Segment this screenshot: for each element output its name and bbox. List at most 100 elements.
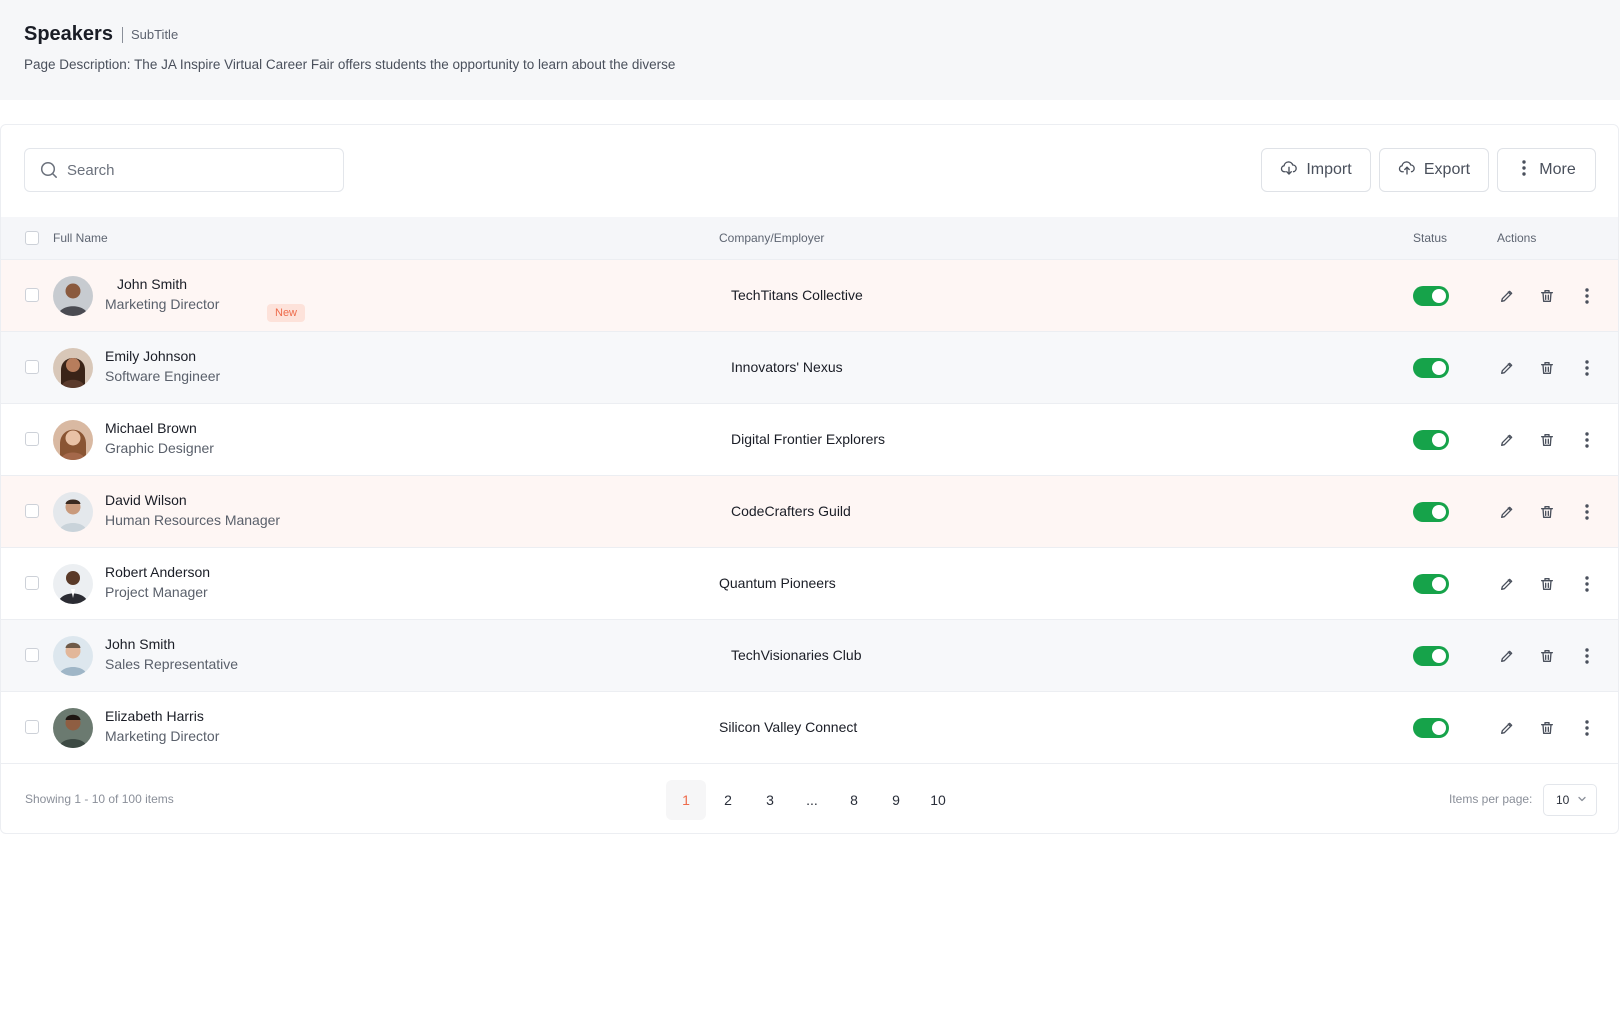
pencil-icon[interactable] (1497, 718, 1517, 738)
speakers-table-card: Import Export More Full Name Company/Emp… (0, 124, 1619, 834)
row-checkbox[interactable] (25, 648, 39, 662)
avatar (53, 636, 93, 676)
column-header-company[interactable]: Company/Employer (719, 231, 824, 245)
row-more-icon[interactable] (1577, 502, 1597, 522)
avatar (53, 492, 93, 532)
trash-icon[interactable] (1537, 286, 1557, 306)
chevron-down-icon (1577, 793, 1587, 807)
company-name: Innovators' Nexus (731, 359, 843, 375)
vertical-dots-icon (1517, 159, 1531, 182)
status-toggle[interactable] (1413, 358, 1449, 378)
row-checkbox[interactable] (25, 432, 39, 446)
avatar (53, 348, 93, 388)
export-label: Export (1423, 161, 1471, 178)
column-header-status[interactable]: Status (1413, 231, 1447, 245)
speaker-role: Marketing Director (105, 728, 220, 744)
status-toggle[interactable] (1413, 646, 1449, 666)
items-per-page-select[interactable]: 10 (1543, 784, 1597, 816)
row-checkbox[interactable] (25, 288, 39, 302)
new-badge: New (267, 304, 306, 322)
page-header: Speakers SubTitle Page Description: The … (0, 0, 1620, 100)
page-ellipsis: ... (806, 792, 818, 808)
avatar (53, 708, 93, 748)
page-button-3[interactable]: 3 (750, 780, 790, 820)
trash-icon[interactable] (1537, 574, 1557, 594)
row-more-icon[interactable] (1577, 646, 1597, 666)
speaker-role: Marketing Director (105, 296, 220, 312)
title-separator (121, 26, 123, 43)
cloud-upload-icon (1398, 159, 1416, 182)
speaker-role: Graphic Designer (105, 440, 214, 456)
row-more-icon[interactable] (1577, 430, 1597, 450)
pencil-icon[interactable] (1497, 502, 1517, 522)
row-more-icon[interactable] (1577, 574, 1597, 594)
export-button[interactable]: Export (1379, 148, 1489, 192)
row-checkbox[interactable] (25, 504, 39, 518)
speaker-name[interactable]: Michael Brown (105, 420, 197, 436)
page-button-10[interactable]: 10 (918, 780, 958, 820)
speaker-name[interactable]: John Smith (105, 636, 175, 652)
row-more-icon[interactable] (1577, 358, 1597, 378)
table-header: Full Name Company/Employer Status Action… (1, 217, 1618, 259)
speaker-name[interactable]: David Wilson (105, 492, 187, 508)
status-toggle[interactable] (1413, 286, 1449, 306)
speaker-role: Human Resources Manager (105, 512, 281, 528)
page-description: Page Description: The JA Inspire Virtual… (24, 57, 676, 72)
more-button[interactable]: More (1497, 148, 1596, 192)
pencil-icon[interactable] (1497, 574, 1517, 594)
status-toggle[interactable] (1413, 502, 1449, 522)
pencil-icon[interactable] (1497, 286, 1517, 306)
table-row[interactable]: Elizabeth Harris Marketing Director Sili… (1, 691, 1618, 763)
speaker-name[interactable]: John Smith (117, 276, 187, 292)
select-all-checkbox[interactable] (25, 231, 39, 245)
table-row[interactable]: Robert Anderson Project Manager Quantum … (1, 547, 1618, 619)
import-button[interactable]: Import (1261, 148, 1371, 192)
table-row[interactable]: David Wilson Human Resources Manager Cod… (1, 475, 1618, 547)
table-footer: Showing 1 - 10 of 100 items 1 2 3 ... 8 … (1, 763, 1618, 835)
column-header-actions: Actions (1497, 231, 1537, 245)
row-checkbox[interactable] (25, 360, 39, 374)
search-input[interactable] (65, 160, 319, 180)
avatar (53, 276, 93, 316)
toggle-knob (1432, 289, 1446, 303)
trash-icon[interactable] (1537, 718, 1557, 738)
page-button-9[interactable]: 9 (876, 780, 916, 820)
page-button-2[interactable]: 2 (708, 780, 748, 820)
page-title: Speakers (24, 23, 113, 45)
row-more-icon[interactable] (1577, 718, 1597, 738)
avatar (53, 420, 93, 460)
status-toggle[interactable] (1413, 574, 1449, 594)
table-row[interactable]: Emily Johnson Software Engineer Innovato… (1, 331, 1618, 403)
search-box[interactable] (24, 148, 344, 192)
speaker-name[interactable]: Elizabeth Harris (105, 708, 204, 724)
page-button-1[interactable]: 1 (666, 780, 706, 820)
toggle-knob (1432, 433, 1446, 447)
toggle-knob (1432, 505, 1446, 519)
company-name: Silicon Valley Connect (719, 719, 858, 735)
items-per-page-label: Items per page: (1449, 792, 1533, 806)
pencil-icon[interactable] (1497, 358, 1517, 378)
items-per-page-value: 10 (1556, 793, 1570, 807)
trash-icon[interactable] (1537, 646, 1557, 666)
pencil-icon[interactable] (1497, 646, 1517, 666)
table-row[interactable]: Michael Brown Graphic Designer Digital F… (1, 403, 1618, 475)
row-more-icon[interactable] (1577, 286, 1597, 306)
column-header-full-name[interactable]: Full Name (53, 231, 108, 245)
page-subtitle: SubTitle (130, 27, 179, 42)
pencil-icon[interactable] (1497, 430, 1517, 450)
trash-icon[interactable] (1537, 358, 1557, 378)
page-button-8[interactable]: 8 (834, 780, 874, 820)
avatar (53, 564, 93, 604)
status-toggle[interactable] (1413, 430, 1449, 450)
row-checkbox[interactable] (25, 576, 39, 590)
speaker-name[interactable]: Emily Johnson (105, 348, 196, 364)
table-row[interactable]: John Smith Sales Representative TechVisi… (1, 619, 1618, 691)
status-toggle[interactable] (1413, 718, 1449, 738)
trash-icon[interactable] (1537, 430, 1557, 450)
company-name: Quantum Pioneers (719, 575, 836, 591)
speaker-name[interactable]: Robert Anderson (105, 564, 210, 580)
speaker-role: Software Engineer (105, 368, 221, 384)
trash-icon[interactable] (1537, 502, 1557, 522)
row-checkbox[interactable] (25, 720, 39, 734)
table-row[interactable]: John Smith Marketing Director New TechTi… (1, 259, 1618, 331)
